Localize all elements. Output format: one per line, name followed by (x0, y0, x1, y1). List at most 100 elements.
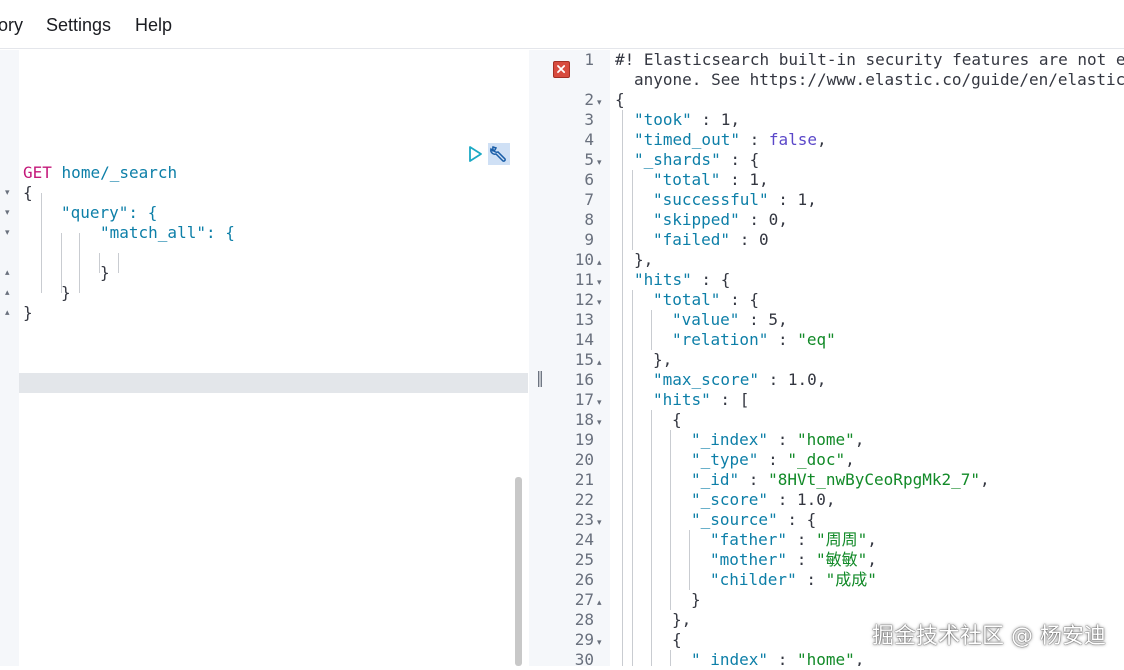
line-number: 7 (584, 190, 594, 209)
json-shards-close: }, (634, 250, 654, 269)
json-open-brace: { (615, 90, 625, 109)
fold-arrow-icon[interactable]: ▴ (5, 302, 10, 322)
fold-arrow-icon[interactable]: ▾ (597, 512, 602, 532)
line-number: 17 (574, 390, 594, 409)
json-hit-type: "_type" : "_doc", (691, 450, 855, 469)
fold-arrow-icon[interactable]: ▴ (5, 282, 10, 302)
json-took: "took" : 1, (634, 110, 740, 129)
request-line-6: } (100, 263, 110, 282)
line-number: 27 (574, 590, 594, 609)
fold-arrow-icon[interactable]: ▴ (5, 262, 10, 282)
father-value: "周周" (815, 530, 868, 549)
menu-bar: ory Settings Help (0, 0, 1124, 49)
json-source-mother: "mother" : "敏敏", (710, 550, 877, 569)
line-number: 20 (574, 450, 594, 469)
request-query-key: "query": { (61, 203, 158, 222)
json-shards-skipped: "skipped" : 0, (653, 210, 788, 229)
json-hits-array: "hits" : [ (653, 390, 750, 409)
hit-index-value: "home" (796, 430, 855, 449)
line-number: 5 (584, 150, 594, 169)
indent-guide (670, 650, 671, 666)
json-source-childer: "childer" : "成成" (710, 570, 877, 589)
json-total-close: }, (653, 350, 673, 369)
indent-guide (118, 253, 119, 273)
json-hit-open: { (672, 410, 682, 429)
line-number: 1 (584, 50, 594, 69)
line-number: 30 (574, 650, 594, 669)
indent-guide (79, 233, 80, 293)
json-shards-successful: "successful" : 1, (653, 190, 817, 209)
json-shards-total: "total" : 1, (653, 170, 769, 189)
fold-arrow-icon[interactable]: ▾ (5, 222, 10, 242)
menu-history[interactable]: ory (0, 14, 23, 36)
line-number: 4 (584, 130, 594, 149)
splitter-handle-icon[interactable]: ‖ (536, 368, 544, 387)
panel-splitter[interactable] (529, 50, 548, 666)
line-number: 29 (574, 630, 594, 649)
line-number: 8 (584, 210, 594, 229)
active-line-highlight (19, 373, 528, 393)
json-source-father: "father" : "周周", (710, 530, 877, 549)
request-line-1: GET home/_search (23, 163, 177, 183)
watermark-text: 掘金技术社区 @ 杨安迪 (872, 624, 1106, 649)
line-number: 26 (574, 570, 594, 589)
request-editor[interactable]: GET home/_search { "query": { "match_all… (19, 50, 529, 666)
indent-guide (651, 410, 652, 666)
json-hits-total: "total" : { (653, 290, 759, 309)
request-match-all-key: "match_all": { (100, 223, 235, 242)
response-output[interactable]: #! Elasticsearch built-in security featu… (610, 50, 1124, 666)
line-number: 18 (574, 410, 594, 429)
json-hit-index: "_index" : "home", (691, 430, 865, 449)
line-number: 28 (574, 610, 594, 629)
hit-type-value: "_doc" (787, 450, 846, 469)
indent-guide (651, 310, 652, 350)
line-number: 14 (574, 330, 594, 349)
request-line-8: } (23, 303, 33, 322)
json-hit-id: "_id" : "8HVt_nwByCeoRpgMk2_7", (691, 470, 990, 489)
line-number: 24 (574, 530, 594, 549)
fold-arrow-icon[interactable]: ▾ (597, 632, 602, 652)
line-number: 13 (574, 310, 594, 329)
fold-arrow-icon[interactable]: ▾ (597, 92, 602, 112)
fold-arrow-icon[interactable]: ▾ (597, 392, 602, 412)
indent-guide (41, 193, 42, 293)
request-line-7: } (61, 283, 71, 302)
fold-arrow-icon[interactable]: ▾ (597, 412, 602, 432)
line-number: 6 (584, 170, 594, 189)
request-line-2: { (23, 183, 33, 202)
indent-guide (689, 530, 690, 590)
indent-guide (622, 110, 623, 666)
menu-settings[interactable]: Settings (46, 14, 111, 36)
wrench-icon[interactable] (488, 143, 510, 165)
line-number: 9 (584, 230, 594, 249)
json-hit-source: "_source" : { (691, 510, 817, 529)
shards-failed-value: 0 (758, 230, 769, 249)
fold-arrow-icon[interactable]: ▾ (5, 202, 10, 222)
request-method: GET (23, 163, 52, 182)
fold-arrow-icon[interactable]: ▾ (5, 182, 10, 202)
line-number: 15 (574, 350, 594, 369)
fold-arrow-icon[interactable]: ▴ (597, 592, 602, 612)
max-score-value: 1.0 (787, 370, 817, 389)
json-hits: "hits" : { (634, 270, 731, 289)
total-value-value: 5 (768, 310, 778, 329)
fold-arrow-icon[interactable]: ▴ (597, 352, 602, 372)
json-shards-failed: "failed" : 0 (653, 230, 769, 249)
shards-successful-value: 1 (797, 190, 808, 209)
request-scrollbar[interactable] (515, 477, 522, 666)
fold-arrow-icon[interactable]: ▾ (597, 292, 602, 312)
indent-guide (670, 430, 671, 610)
shards-skipped-value: 0 (768, 210, 779, 229)
line-number: 16 (574, 370, 594, 389)
line-number: 22 (574, 490, 594, 509)
json-shards: "_shards" : { (634, 150, 760, 169)
fold-arrow-icon[interactable]: ▾ (597, 272, 602, 292)
line-number: 10 (574, 250, 594, 269)
fold-arrow-icon[interactable]: ▾ (597, 152, 602, 172)
relation-value: "eq" (797, 330, 836, 349)
hit2-index-value: "home" (796, 650, 855, 666)
run-icon[interactable] (466, 145, 484, 163)
request-line-3: "query": { (61, 203, 157, 223)
menu-help[interactable]: Help (135, 14, 172, 36)
fold-arrow-icon[interactable]: ▴ (597, 252, 602, 272)
